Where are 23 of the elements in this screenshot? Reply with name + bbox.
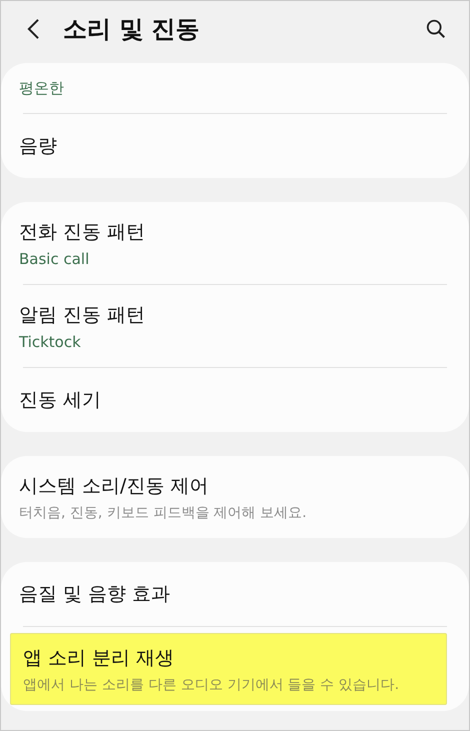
- settings-item[interactable]: 진동 세기: [7, 368, 463, 432]
- settings-item[interactable]: 평온한: [7, 63, 463, 113]
- item-description: 앱에서 나는 소리를 다른 오디오 기기에서 들을 수 있습니다.: [23, 676, 400, 694]
- item-title: 앱 소리 분리 재생: [23, 646, 176, 670]
- settings-item[interactable]: 시스템 소리/진동 제어 터치음, 진동, 키보드 피드백을 제어해 보세요.: [7, 456, 463, 538]
- item-title: 음질 및 음향 효과: [19, 582, 172, 607]
- item-value: 평온한: [19, 78, 65, 98]
- settings-item[interactable]: 음질 및 음향 효과: [7, 562, 463, 626]
- item-value: Basic call: [19, 250, 90, 268]
- item-title: 음량: [19, 134, 58, 159]
- item-description: 터치음, 진동, 키보드 피드백을 제어해 보세요.: [19, 504, 308, 522]
- settings-item[interactable]: 앱 소리 분리 재생 앱에서 나는 소리를 다른 오디오 기기에서 들을 수 있습니다.: [10, 633, 447, 705]
- item-value: Ticktock: [19, 332, 82, 350]
- back-icon[interactable]: [27, 18, 40, 40]
- settings-item[interactable]: 알림 진동 패턴 Ticktock: [7, 285, 463, 367]
- search-icon[interactable]: [425, 18, 447, 40]
- settings-item[interactable]: 전화 진동 패턴 Basic call: [7, 202, 463, 284]
- item-title: 진동 세기: [19, 388, 102, 413]
- item-title: 시스템 소리/진동 제어: [19, 474, 210, 498]
- screen-title: 소리 및 진동: [63, 14, 201, 45]
- settings-item[interactable]: 음량: [7, 114, 463, 178]
- item-title: 알림 진동 패턴: [19, 302, 146, 328]
- item-title: 전화 진동 패턴: [19, 220, 146, 244]
